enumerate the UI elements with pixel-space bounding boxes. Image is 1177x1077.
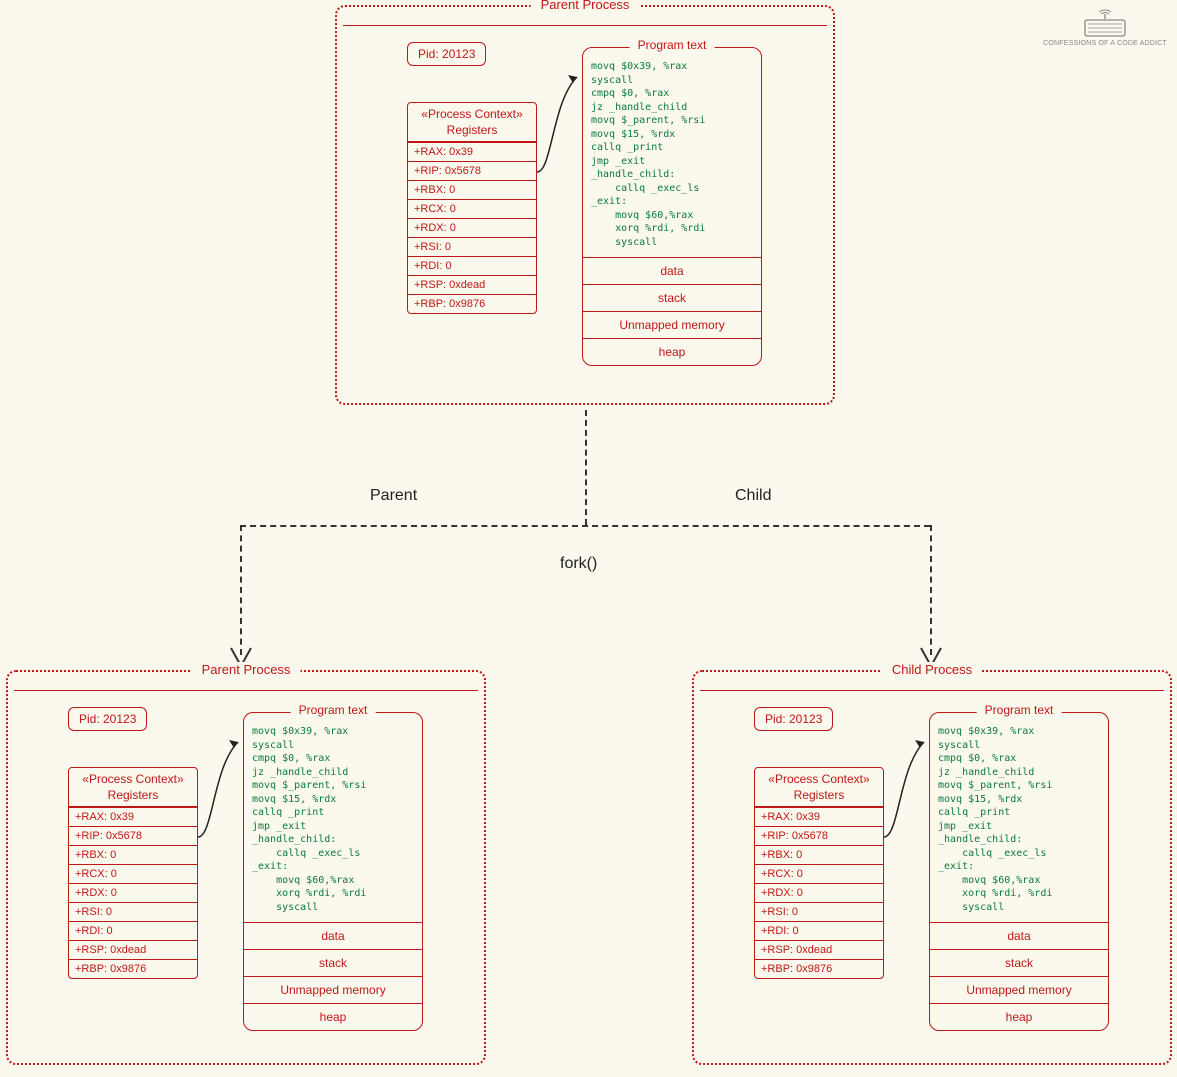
memory-title: Program text: [291, 703, 376, 717]
register-box: «Process Context» Registers +RAX: 0x39 +…: [407, 102, 537, 314]
memory-section: heap: [244, 1003, 422, 1030]
register-row: +RCX: 0: [755, 864, 883, 883]
register-row: +RBX: 0: [69, 845, 197, 864]
child-label: Child: [735, 487, 771, 505]
parent-process-box-left: Parent Process Pid: 20123 «Process Conte…: [6, 670, 486, 1065]
register-row: +RSP: 0xdead: [69, 940, 197, 959]
register-row: +RDI: 0: [69, 921, 197, 940]
context-subtitle: Registers: [69, 788, 197, 807]
context-title: «Process Context»: [408, 103, 536, 123]
register-row: +RCX: 0: [408, 199, 536, 218]
register-row: +RSP: 0xdead: [755, 940, 883, 959]
register-row: +RBP: 0x9876: [408, 294, 536, 313]
parent-label: Parent: [370, 487, 417, 505]
register-row: +RSI: 0: [755, 902, 883, 921]
memory-section: stack: [930, 949, 1108, 976]
program-text-code: movq $0x39, %rax syscall cmpq $0, %rax j…: [930, 713, 1108, 922]
memory-section: stack: [583, 284, 761, 311]
register-row: +RSI: 0: [69, 902, 197, 921]
register-row: +RDX: 0: [69, 883, 197, 902]
fork-line-horizontal: [240, 525, 930, 527]
pid-badge: Pid: 20123: [754, 707, 833, 731]
register-row: +RBX: 0: [408, 180, 536, 199]
process-title: Parent Process: [531, 0, 640, 12]
memory-title: Program text: [630, 38, 715, 52]
watermark: CONFESSIONS OF A CODE ADDICT: [1043, 8, 1167, 47]
register-row: +RIP: 0x5678: [408, 161, 536, 180]
memory-section: data: [583, 257, 761, 284]
register-row: +RDX: 0: [755, 883, 883, 902]
fork-line-right: [930, 525, 932, 655]
register-box: «Process Context» Registers +RAX: 0x39 +…: [68, 767, 198, 979]
register-row: +RAX: 0x39: [69, 807, 197, 826]
keyboard-icon: [1082, 8, 1128, 38]
register-row: +RCX: 0: [69, 864, 197, 883]
pid-badge: Pid: 20123: [407, 42, 486, 66]
register-row: +RBP: 0x9876: [755, 959, 883, 978]
parent-process-box-top: Parent Process Pid: 20123 «Process Conte…: [335, 5, 835, 405]
register-row: +RBP: 0x9876: [69, 959, 197, 978]
fork-label: fork(): [560, 555, 597, 573]
program-text-code: movq $0x39, %rax syscall cmpq $0, %rax j…: [583, 48, 761, 257]
register-row: +RAX: 0x39: [408, 142, 536, 161]
memory-title: Program text: [977, 703, 1062, 717]
memory-section: Unmapped memory: [244, 976, 422, 1003]
register-row: +RSP: 0xdead: [408, 275, 536, 294]
context-subtitle: Registers: [408, 123, 536, 142]
register-row: +RSI: 0: [408, 237, 536, 256]
context-title: «Process Context»: [755, 768, 883, 788]
register-row: +RDX: 0: [408, 218, 536, 237]
memory-box: Program text movq $0x39, %rax syscall cm…: [243, 712, 423, 1031]
memory-section: heap: [583, 338, 761, 365]
register-row: +RDI: 0: [755, 921, 883, 940]
pid-badge: Pid: 20123: [68, 707, 147, 731]
memory-section: data: [930, 922, 1108, 949]
memory-section: data: [244, 922, 422, 949]
child-process-box: Child Process Pid: 20123 «Process Contex…: [692, 670, 1172, 1065]
register-row: +RAX: 0x39: [755, 807, 883, 826]
memory-box: Program text movq $0x39, %rax syscall cm…: [929, 712, 1109, 1031]
register-row: +RIP: 0x5678: [755, 826, 883, 845]
register-box: «Process Context» Registers +RAX: 0x39 +…: [754, 767, 884, 979]
register-row: +RBX: 0: [755, 845, 883, 864]
fork-line-down: [585, 410, 587, 525]
memory-section: stack: [244, 949, 422, 976]
context-subtitle: Registers: [755, 788, 883, 807]
context-title: «Process Context»: [69, 768, 197, 788]
process-title: Parent Process: [192, 662, 301, 677]
watermark-text: CONFESSIONS OF A CODE ADDICT: [1043, 40, 1167, 47]
process-title: Child Process: [882, 662, 982, 677]
memory-section: heap: [930, 1003, 1108, 1030]
register-row: +RDI: 0: [408, 256, 536, 275]
memory-section: Unmapped memory: [583, 311, 761, 338]
register-row: +RIP: 0x5678: [69, 826, 197, 845]
memory-section: Unmapped memory: [930, 976, 1108, 1003]
program-text-code: movq $0x39, %rax syscall cmpq $0, %rax j…: [244, 713, 422, 922]
memory-box: Program text movq $0x39, %rax syscall cm…: [582, 47, 762, 366]
fork-line-left: [240, 525, 242, 655]
